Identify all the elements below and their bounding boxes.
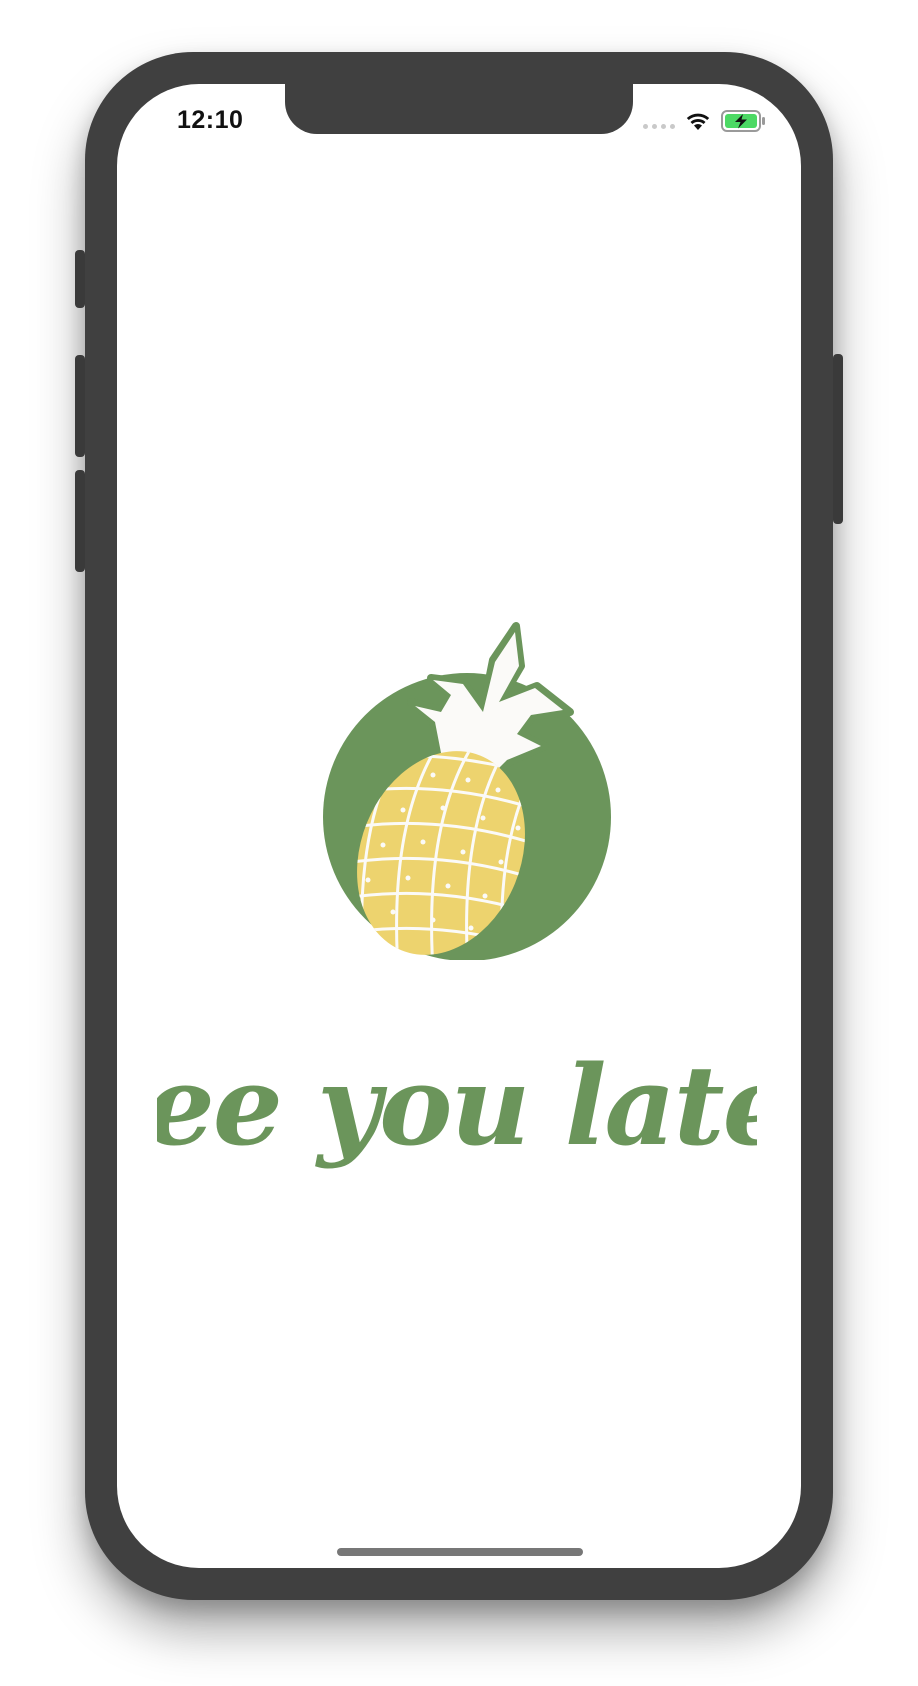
status-icons xyxy=(643,110,767,132)
device-stage: 12:10 ee you lat xyxy=(0,0,918,1686)
volume-down-button xyxy=(75,470,85,572)
pineapple-logo xyxy=(323,570,623,972)
status-time: 12:10 xyxy=(177,106,244,134)
power-button xyxy=(833,354,843,524)
cellular-no-signal-icon xyxy=(643,123,675,129)
app-screen: 12:10 ee you lat xyxy=(117,84,801,1568)
wifi-icon xyxy=(686,113,710,130)
silent-switch xyxy=(75,250,85,308)
display-notch xyxy=(285,84,633,134)
home-indicator[interactable] xyxy=(337,1548,583,1556)
volume-up-button xyxy=(75,355,85,457)
tagline-text: See you later xyxy=(157,1041,757,1170)
battery-charging-icon xyxy=(721,110,765,132)
tagline: See you later xyxy=(117,984,801,1234)
